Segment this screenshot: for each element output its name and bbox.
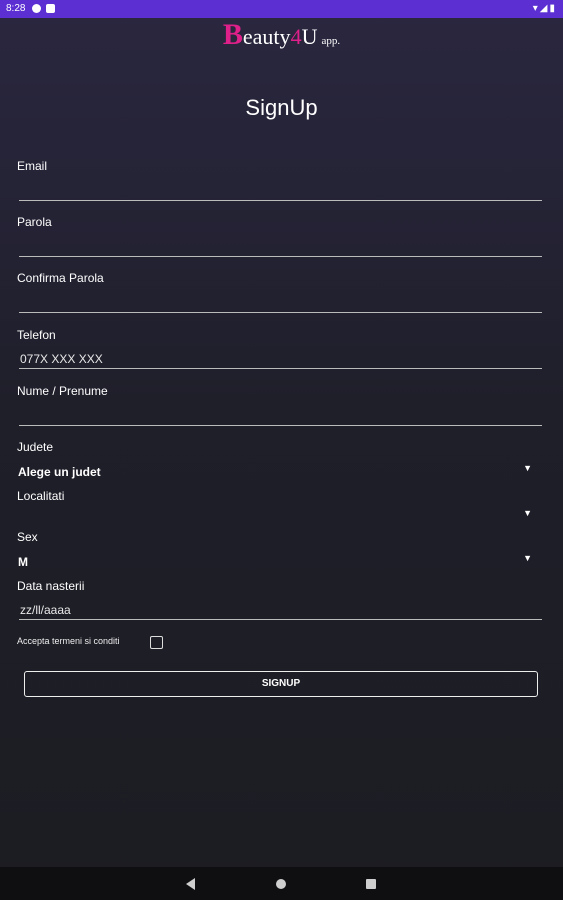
phone-placeholder: 077X XXX XXX <box>20 352 103 366</box>
logo-four: 4 <box>290 24 302 49</box>
confirm-password-field[interactable]: Confirma Parola <box>17 271 542 315</box>
locality-label: Localitati <box>17 489 65 503</box>
page-title: SignUp <box>245 95 318 120</box>
email-underline <box>19 200 542 201</box>
birthdate-placeholder: zz/ll/aaaa <box>20 603 71 617</box>
birthdate-field[interactable]: Data nasterii zz/ll/aaaa <box>17 579 542 623</box>
chevron-down-icon: ▼ <box>523 463 532 473</box>
recent-apps-icon[interactable] <box>366 879 376 889</box>
birthdate-label: Data nasterii <box>17 579 85 593</box>
county-value: Alege un judet <box>18 465 101 479</box>
name-label: Nume / Prenume <box>17 384 108 398</box>
home-icon[interactable] <box>276 879 286 889</box>
locality-select[interactable]: Localitati ▼ <box>17 489 542 529</box>
app-logo: Beauty4U app. <box>0 18 563 52</box>
sex-select[interactable]: Sex M ▼ <box>17 530 542 574</box>
confirm-password-label: Confirma Parola <box>17 271 104 285</box>
confirm-password-underline <box>19 312 542 313</box>
phone-label: Telefon <box>17 328 56 342</box>
logo-letter-b: B <box>222 18 243 51</box>
back-icon[interactable] <box>186 878 195 890</box>
name-underline <box>19 425 542 426</box>
signup-button[interactable]: SIGNUP <box>24 671 538 697</box>
notification-icon <box>32 4 41 13</box>
system-icons: ▾◢▮ <box>532 3 557 14</box>
status-time: 8:28 <box>6 3 26 14</box>
logo-u: U <box>301 24 318 49</box>
county-label: Judete <box>17 440 54 454</box>
name-field[interactable]: Nume / Prenume <box>17 384 542 428</box>
terms-label: Accepta termeni si conditi <box>17 636 120 646</box>
logo-app: app. <box>321 35 341 47</box>
password-field[interactable]: Parola <box>17 215 542 259</box>
password-underline <box>19 256 542 257</box>
storage-icon <box>46 4 55 13</box>
email-field[interactable]: Email <box>17 159 542 203</box>
status-bar: 8:28 ▾◢▮ <box>0 0 563 18</box>
sex-value: M <box>18 555 28 569</box>
terms-checkbox[interactable] <box>150 636 163 649</box>
phone-underline <box>19 368 542 369</box>
chevron-down-icon: ▼ <box>523 553 532 563</box>
chevron-down-icon: ▼ <box>523 508 532 518</box>
phone-field[interactable]: Telefon 077X XXX XXX <box>17 328 542 372</box>
sex-label: Sex <box>17 530 38 544</box>
county-select[interactable]: Judete Alege un judet ▼ <box>17 440 542 484</box>
navigation-bar <box>0 867 563 900</box>
logo-text: eauty <box>242 24 291 49</box>
password-label: Parola <box>17 215 52 229</box>
email-label: Email <box>17 159 48 173</box>
birthdate-underline <box>19 619 542 620</box>
